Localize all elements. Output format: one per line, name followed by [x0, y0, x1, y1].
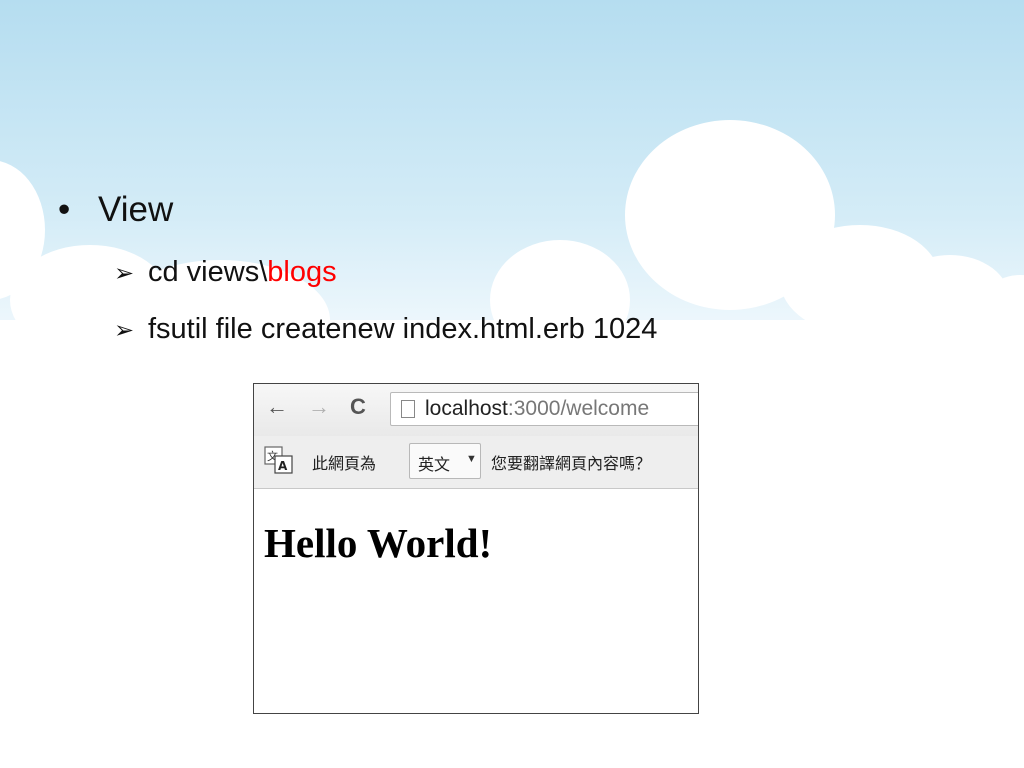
address-bar[interactable]: localhost:3000/welcome [390, 392, 698, 426]
language-label: 英文 [418, 457, 451, 474]
fsutil-command-text: fsutil file createnew index.html.erb 102… [148, 313, 658, 345]
url-text[interactable]: localhost:3000/welcome [425, 397, 649, 421]
arrow-bullet-icon: ➢ [114, 317, 135, 344]
chevron-down-icon: ▼ [466, 453, 477, 465]
translate-icon: 文 A [264, 446, 293, 474]
language-dropdown[interactable]: 英文 ▼ [409, 443, 481, 479]
page-heading: Hello World! [264, 520, 493, 566]
translate-infobar: 文 A 此網頁為 英文 ▼ 您要翻譯網頁內容嗎？ [254, 436, 698, 489]
translate-prompt-question: 您要翻譯網頁內容嗎？ [491, 456, 652, 473]
bullet-view-label: View [98, 190, 174, 229]
page-content: Hello World! [254, 489, 698, 713]
forward-arrow-icon[interactable]: → [308, 394, 330, 420]
svg-text:A: A [278, 459, 288, 473]
bullet-dot-icon: • [58, 190, 71, 229]
browser-screenshot: ← → C localhost:3000/welcome 文 A 此網頁為 英文… [253, 383, 699, 714]
bullet-item-fsutil: ➢ fsutil file createnew index.html.erb 10… [114, 313, 657, 346]
reload-icon[interactable]: C [350, 394, 366, 420]
page-icon [401, 400, 415, 418]
bullet-view: • View [58, 190, 173, 230]
url-path: :3000/welcome [507, 397, 650, 420]
translate-prompt-prefix: 此網頁為 [312, 456, 377, 473]
url-host: localhost [425, 397, 508, 420]
back-arrow-icon[interactable]: ← [266, 394, 288, 420]
browser-toolbar: ← → C localhost:3000/welcome [254, 384, 698, 436]
blogs-highlight: blogs [267, 256, 337, 288]
arrow-bullet-icon: ➢ [114, 260, 135, 287]
cd-command-text: cd views\ [148, 256, 268, 288]
bullet-item-cd-views: ➢ cd views\blogs [114, 256, 337, 289]
